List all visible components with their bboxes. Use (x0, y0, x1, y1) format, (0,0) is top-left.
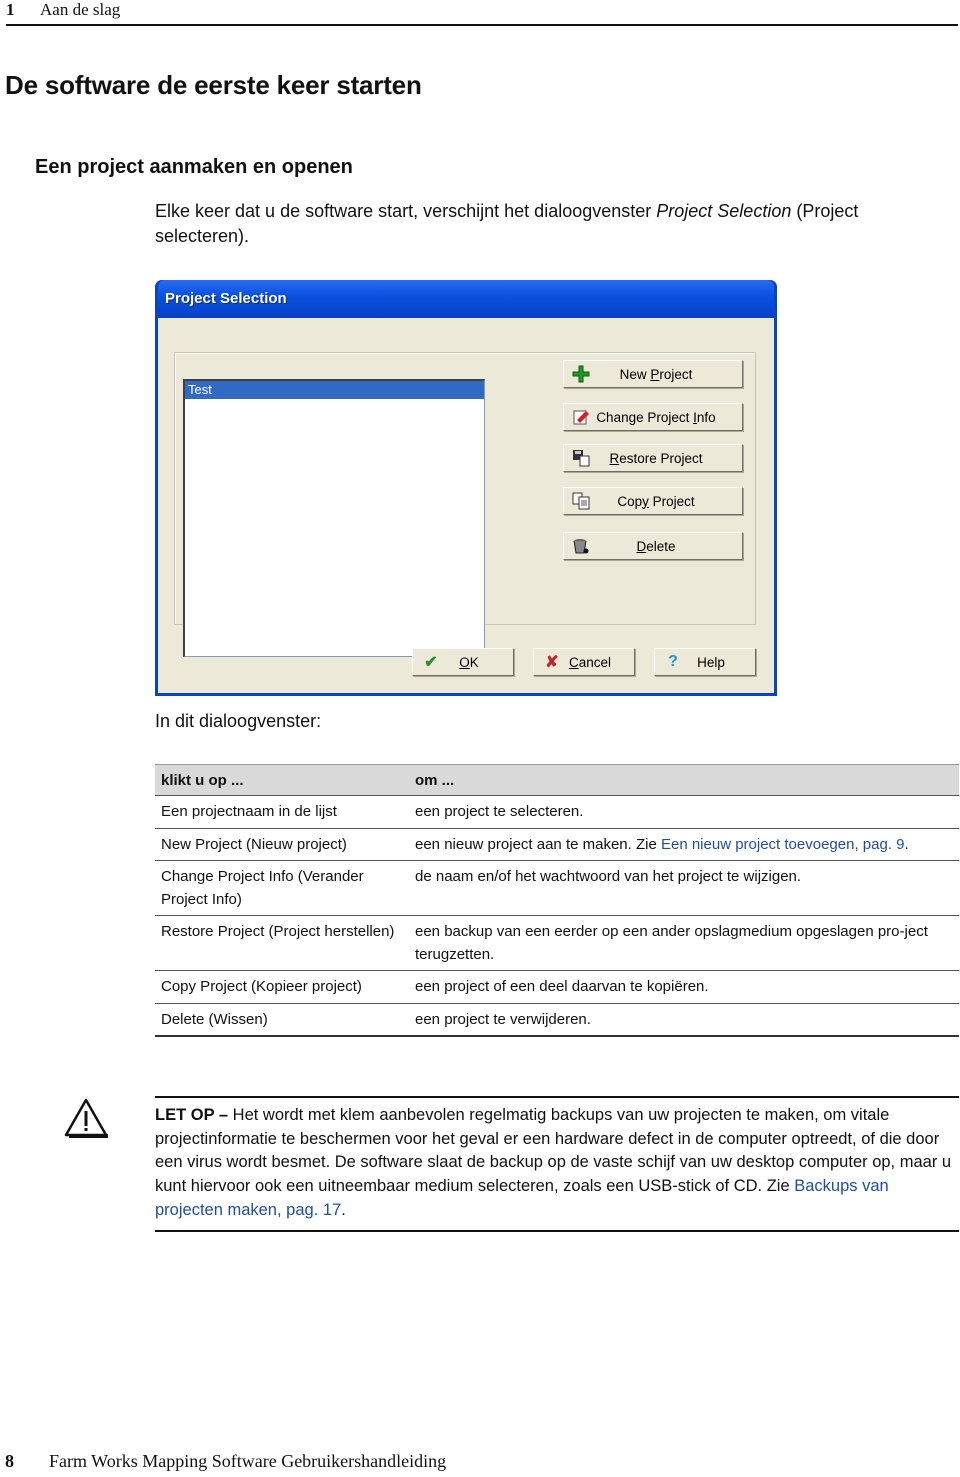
trash-icon (570, 537, 592, 555)
x-icon: ✘ (545, 654, 559, 671)
table-intro: In dit dialoogvenster: (155, 711, 322, 731)
page-number: 8 (5, 1451, 14, 1471)
row-action: Restore Project (Project herstellen) (155, 915, 409, 971)
note-divider (155, 1096, 959, 1098)
note-label: LET OP – (155, 1106, 229, 1124)
intro-emphasis: Project Selection (656, 201, 792, 221)
section-title: Een project aanmaken en openen (35, 156, 353, 178)
row-action: Een projectnaam in de lijst (155, 795, 409, 829)
note-divider (155, 1230, 959, 1232)
page-title: De software de eerste keer starten (5, 70, 422, 100)
book-title: Farm Works Mapping Software Gebruikersha… (49, 1451, 447, 1471)
table-row: Change Project Info (Verander Project In… (155, 860, 959, 916)
row-action: Delete (Wissen) (155, 1003, 409, 1037)
table-header-row: klikt u op ... om ... (155, 764, 959, 796)
purpose-text: een project te selecteren. (415, 803, 584, 820)
cross-reference-link[interactable]: Een nieuw project toevoegen, pag. 9 (661, 836, 905, 853)
table-row: New Project (Nieuw project) een nieuw pro… (155, 828, 959, 861)
table-row: Een projectnaam in de lijst een project t… (155, 795, 959, 829)
button-label: Cancel (568, 654, 612, 670)
row-purpose: een nieuw project aan te maken. Zie Een … (409, 828, 959, 861)
plus-icon (570, 365, 592, 383)
button-label: Copy Project (617, 493, 695, 509)
button-label: New Project (619, 366, 693, 382)
project-group-box: Test New Project Change Project Info Resto… (174, 352, 756, 657)
dialog-body: Test New Project Change Project Info Resto… (158, 318, 774, 693)
button-label: OK (459, 654, 479, 670)
new-project-button[interactable]: New Project (563, 360, 743, 388)
restore-project-button[interactable]: Restore Project (563, 444, 743, 472)
row-purpose: de naam en/of het wachtwoord van het pro… (409, 860, 959, 916)
chapter-title: Aan de slag (40, 0, 121, 19)
row-action: New Project (Nieuw project) (155, 828, 409, 861)
delete-button[interactable]: Delete (563, 532, 743, 560)
restore-icon (570, 449, 592, 467)
intro-text: Elke keer dat u de software start, versc… (155, 201, 657, 221)
row-purpose: een project te selecteren. (409, 795, 959, 829)
button-label: Change Project Info (596, 409, 716, 425)
table-row: Copy Project (Kopieer project) een projec… (155, 970, 959, 1004)
dialog-title: Project Selection (165, 290, 287, 307)
warning-icon (64, 1098, 108, 1138)
purpose-text: een project te verwijderen. (415, 1010, 591, 1028)
copy-icon (570, 492, 592, 510)
table-row: Delete (Wissen) een project te verwijdere… (155, 1003, 959, 1037)
check-icon: ✔ (424, 654, 438, 671)
edit-info-icon (570, 408, 592, 426)
chapter-number: 1 (6, 0, 15, 19)
purpose-text: een nieuw project aan te maken. Zie (415, 835, 661, 853)
cancel-button[interactable]: ✘ Cancel (533, 648, 635, 676)
purpose-text: de naam en/of het wachtwoord van het pro… (415, 868, 802, 885)
button-label: Restore Project (609, 450, 703, 466)
purpose-text: een project of een deel daarvan te kopië… (415, 978, 709, 995)
change-project-info-button[interactable]: Change Project Info (563, 403, 743, 431)
column-header: om ... (409, 764, 959, 796)
purpose-text: een backup van een eerder op een ander o… (415, 923, 928, 963)
note-paragraph: LET OP – Het wordt met klem aanbevolen r… (155, 1104, 959, 1223)
project-selection-dialog: Project Selection Test New Project Change… (155, 280, 777, 696)
intro-paragraph: Elke keer dat u de software start, versc… (155, 199, 945, 249)
dialog-titlebar[interactable]: Project Selection (158, 280, 774, 318)
row-action: Copy Project (Kopieer project) (155, 970, 409, 1004)
button-label: Delete (636, 538, 676, 554)
note-tail: . (341, 1200, 346, 1219)
link-tail: . (904, 835, 909, 853)
help-button[interactable]: ? Help (654, 648, 756, 676)
project-listbox[interactable]: Test (183, 379, 485, 657)
row-purpose: een backup van een eerder op een ander o… (409, 915, 959, 971)
copy-project-button[interactable]: Copy Project (563, 487, 743, 515)
column-header: klikt u op ... (155, 764, 409, 796)
row-purpose: een project te verwijderen. (409, 1003, 959, 1037)
table-row: Restore Project (Project herstellen) een … (155, 915, 959, 971)
row-purpose: een project of een deel daarvan te kopië… (409, 970, 959, 1004)
button-label: Help (697, 654, 725, 670)
actions-table: klikt u op ... om ... Een projectnaam in… (155, 764, 959, 1037)
question-icon: ? (668, 653, 678, 670)
running-header: 1 Aan de slag (6, 0, 958, 26)
project-list-item[interactable]: Test (185, 381, 484, 399)
row-action: Change Project Info (Verander Project In… (155, 860, 409, 916)
ok-button[interactable]: ✔ OK (412, 648, 514, 676)
